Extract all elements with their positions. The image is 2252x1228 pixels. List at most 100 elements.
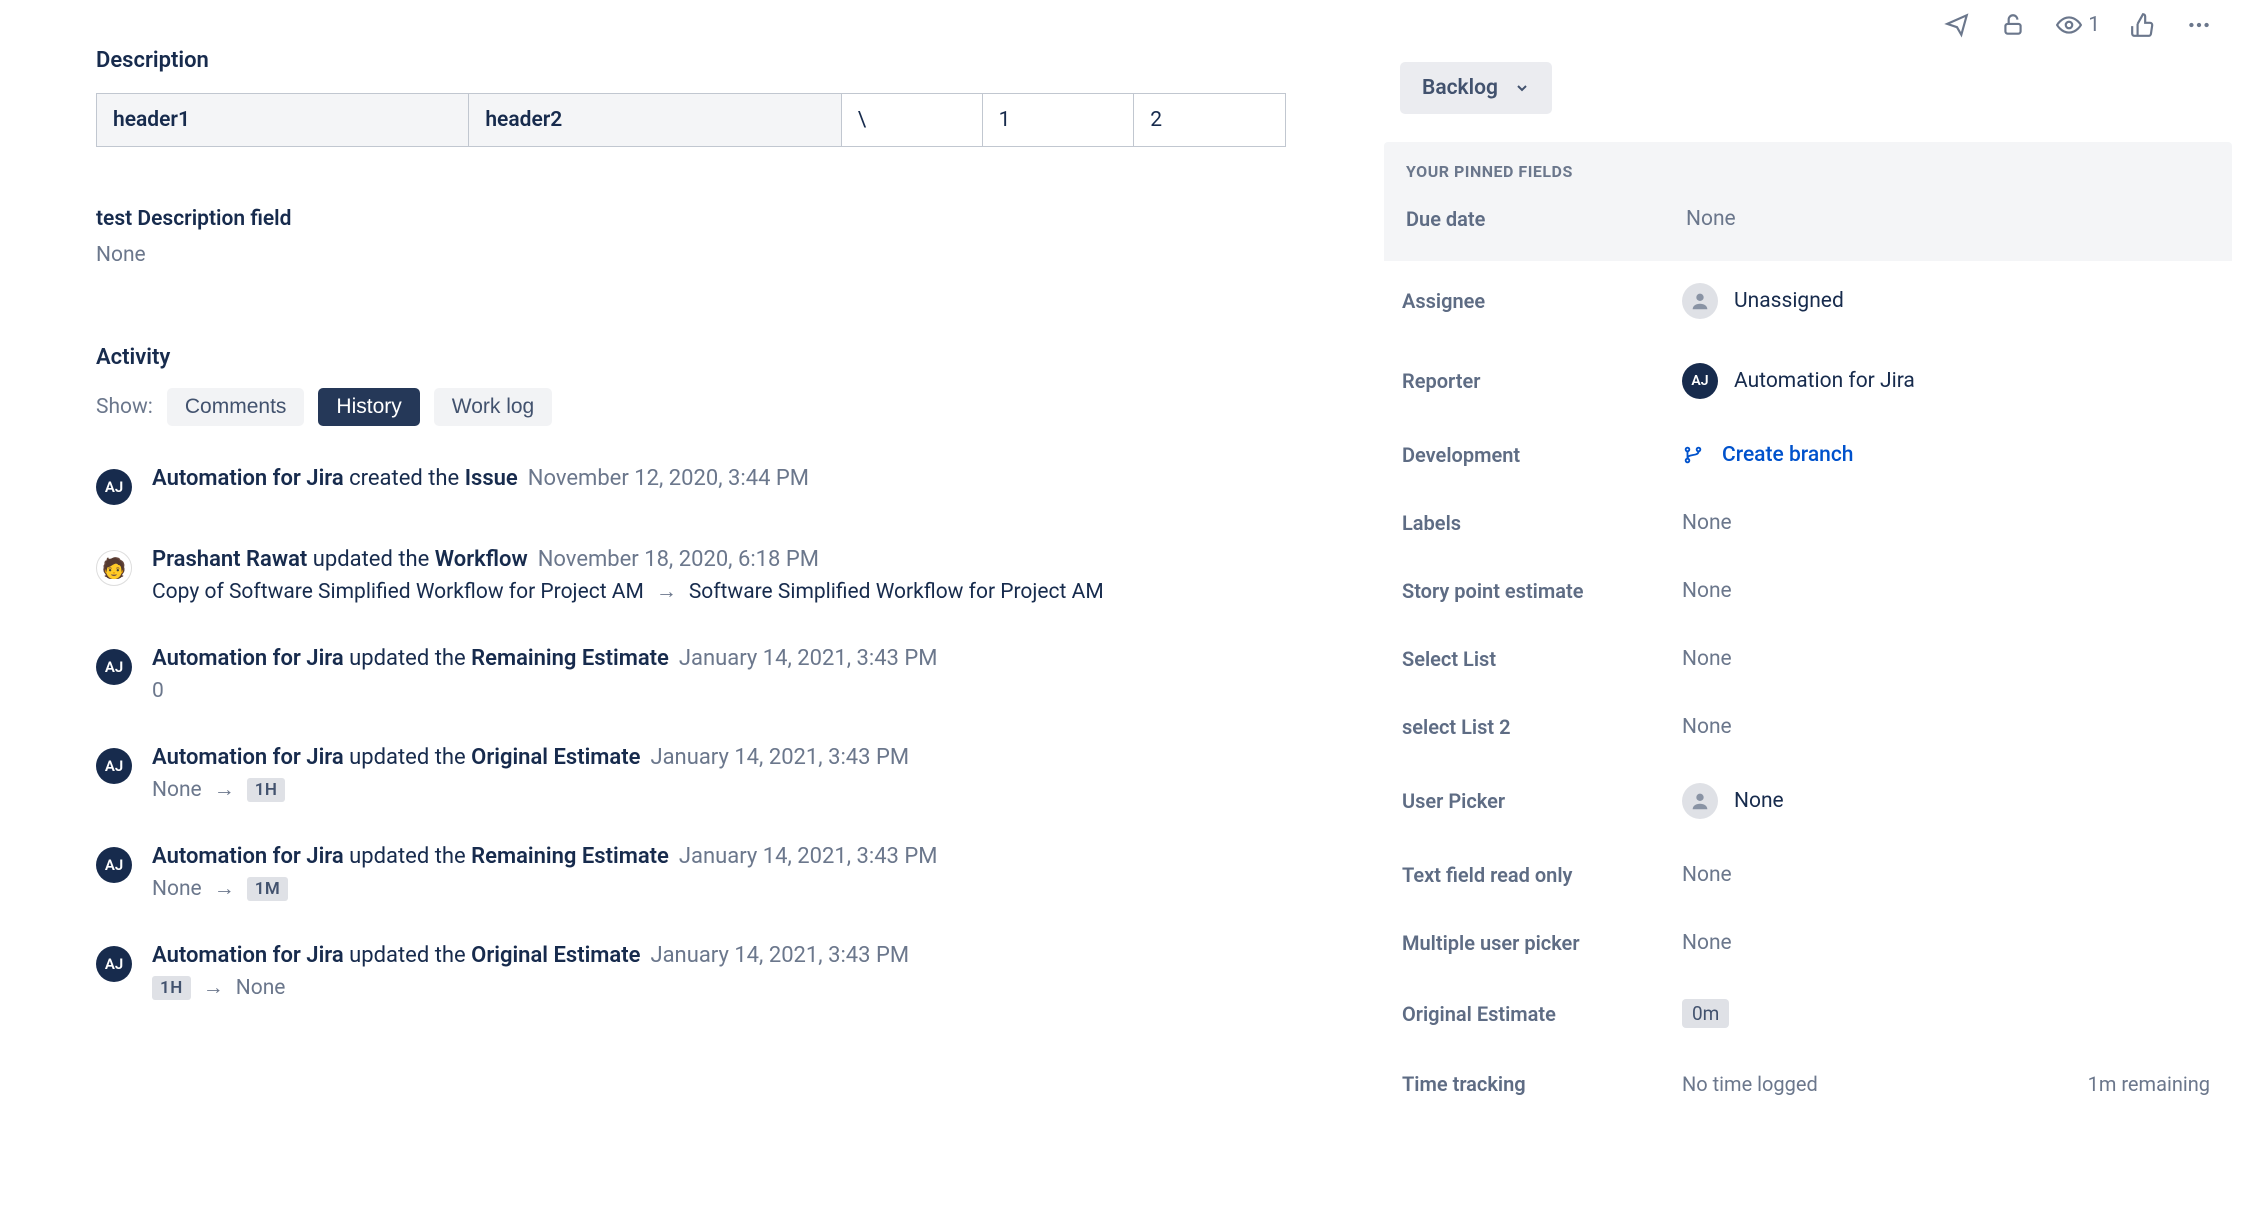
field-text-readonly: Text field read only None xyxy=(1380,841,2232,909)
history-line: Automation for Jira updated the Original… xyxy=(152,943,1320,968)
history-verb: updated the xyxy=(313,547,430,572)
history-timestamp: January 14, 2021, 3:43 PM xyxy=(650,745,909,770)
multi-user-picker-value: None xyxy=(1682,931,1732,955)
history-body: Automation for Jira updated the Original… xyxy=(152,943,1320,1000)
history-body: Prashant Rawat updated the WorkflowNovem… xyxy=(152,547,1320,604)
select-list-2-label: select List 2 xyxy=(1402,715,1682,739)
issue-header-actions: 1 xyxy=(1380,0,2232,62)
history-actor: Automation for Jira xyxy=(152,844,344,869)
field-reporter[interactable]: Reporter AJ Automation for Jira xyxy=(1380,341,2232,421)
history-timestamp: November 12, 2020, 3:44 PM xyxy=(528,466,809,491)
person-icon xyxy=(1682,783,1718,819)
history-verb: created the xyxy=(349,466,459,491)
history-item: AJ Automation for Jira updated the Remain… xyxy=(96,844,1320,901)
history-verb: updated the xyxy=(349,844,466,869)
create-branch-link[interactable]: Create branch xyxy=(1682,443,1853,467)
custom-field-label: test Description field xyxy=(96,207,1320,231)
like-icon[interactable] xyxy=(2130,12,2156,38)
avatar: AJ xyxy=(96,946,132,982)
custom-field-value[interactable]: None xyxy=(96,243,1320,267)
table-header-2: header2 xyxy=(469,94,841,147)
history-field: Original Estimate xyxy=(471,943,640,968)
history-change: None→1M xyxy=(152,877,1320,901)
history-verb: updated the xyxy=(349,646,466,671)
table-cell-4: 1 xyxy=(982,94,1134,147)
history-timestamp: January 14, 2021, 3:43 PM xyxy=(679,646,938,671)
labels-value: None xyxy=(1682,511,1732,535)
history-body: Automation for Jira created the IssueNov… xyxy=(152,466,1320,505)
activity-heading: Activity xyxy=(96,345,1320,370)
original-estimate-value: 0m xyxy=(1682,999,1729,1028)
history-field: Original Estimate xyxy=(471,745,640,770)
watch-count: 1 xyxy=(2088,13,2100,37)
select-list-label: Select List xyxy=(1402,647,1682,671)
history-item: AJAutomation for Jira updated the Origin… xyxy=(96,745,1320,802)
multi-user-picker-label: Multiple user picker xyxy=(1402,931,1682,955)
field-development: Development Create branch xyxy=(1380,421,2232,489)
select-list-value: None xyxy=(1682,647,1732,671)
arrow-icon: → xyxy=(214,877,235,901)
history-item: AJ Automation for Jira updated the Origin… xyxy=(96,943,1320,1000)
field-original-estimate[interactable]: Original Estimate 0m xyxy=(1380,977,2232,1050)
field-select-list[interactable]: Select List None xyxy=(1380,625,2232,693)
story-point-label: Story point estimate xyxy=(1402,579,1682,603)
avatar: AJ xyxy=(96,847,132,883)
history-line: Automation for Jira updated the Remainin… xyxy=(152,844,1320,869)
table-header-1: header1 xyxy=(97,94,469,147)
status-dropdown[interactable]: Backlog xyxy=(1400,62,1552,114)
avatar: AJ xyxy=(96,748,132,784)
arrow-icon: → xyxy=(203,976,224,1000)
avatar: 🧑 xyxy=(96,550,132,586)
field-user-picker[interactable]: User Picker None xyxy=(1380,761,2232,841)
user-picker-label: User Picker xyxy=(1402,789,1682,813)
pinned-fields-title: YOUR PINNED FIELDS xyxy=(1406,162,2210,181)
assignee-value: Unassigned xyxy=(1682,283,1844,319)
avatar: AJ xyxy=(1682,363,1718,399)
history-item: AJ Automation for Jira updated the Remain… xyxy=(96,646,1320,703)
select-list-2-value: None xyxy=(1682,715,1732,739)
history-item: AJ Automation for Jira created the IssueN… xyxy=(96,466,1320,505)
history-verb: updated the xyxy=(349,943,466,968)
field-time-tracking[interactable]: Time tracking No time logged 1m remainin… xyxy=(1380,1050,2232,1118)
watch-icon[interactable]: 1 xyxy=(2056,12,2100,38)
history-field: Issue xyxy=(465,466,518,491)
history-change: 0 xyxy=(152,679,1320,703)
history-field: Workflow xyxy=(435,547,528,572)
development-label: Development xyxy=(1402,443,1682,467)
field-select-list-2[interactable]: select List 2 None xyxy=(1380,693,2232,761)
history-field: Remaining Estimate xyxy=(471,844,669,869)
text-readonly-value: None xyxy=(1682,863,1732,887)
history-timestamp: November 18, 2020, 6:18 PM xyxy=(538,547,819,572)
reporter-value: AJ Automation for Jira xyxy=(1682,363,1915,399)
feedback-icon[interactable] xyxy=(1944,12,1970,38)
field-story-point[interactable]: Story point estimate None xyxy=(1380,557,2232,625)
avatar: AJ xyxy=(96,649,132,685)
description-table: header1 header2 \ 1 2 xyxy=(96,93,1286,147)
status-label: Backlog xyxy=(1422,76,1498,100)
history-change: 1H→None xyxy=(152,976,1320,1000)
tab-worklog[interactable]: Work log xyxy=(434,388,552,426)
history-item: 🧑 Prashant Rawat updated the WorkflowNove… xyxy=(96,547,1320,604)
lock-icon[interactable] xyxy=(2000,12,2026,38)
issue-side-panel: 1 Backlog YOUR PINNED FIELDS Due date No… xyxy=(1380,0,2252,1228)
arrow-icon: → xyxy=(656,580,677,604)
avatar: AJ xyxy=(96,469,132,505)
history-actor: Automation for Jira xyxy=(152,745,344,770)
due-date-value: None xyxy=(1686,207,1736,231)
time-logged: No time logged xyxy=(1682,1072,1818,1096)
history-change: Copy of Software Simplified Workflow for… xyxy=(152,580,1320,604)
field-assignee[interactable]: Assignee Unassigned xyxy=(1380,261,2232,341)
show-label: Show: xyxy=(96,395,153,419)
field-multi-user-picker[interactable]: Multiple user picker None xyxy=(1380,909,2232,977)
tab-history[interactable]: History xyxy=(318,388,419,426)
tab-comments[interactable]: Comments xyxy=(167,388,305,426)
more-icon[interactable] xyxy=(2186,12,2212,38)
history-line: Automation for Jira updated the Remainin… xyxy=(152,646,1320,671)
history-actor: Automation for Jira xyxy=(152,646,344,671)
description-heading: Description xyxy=(96,48,1320,73)
field-due-date[interactable]: Due date None xyxy=(1406,201,2210,237)
history-timestamp: January 14, 2021, 3:43 PM xyxy=(650,943,909,968)
person-icon xyxy=(1682,283,1718,319)
user-picker-value: None xyxy=(1682,783,1784,819)
field-labels[interactable]: Labels None xyxy=(1380,489,2232,557)
